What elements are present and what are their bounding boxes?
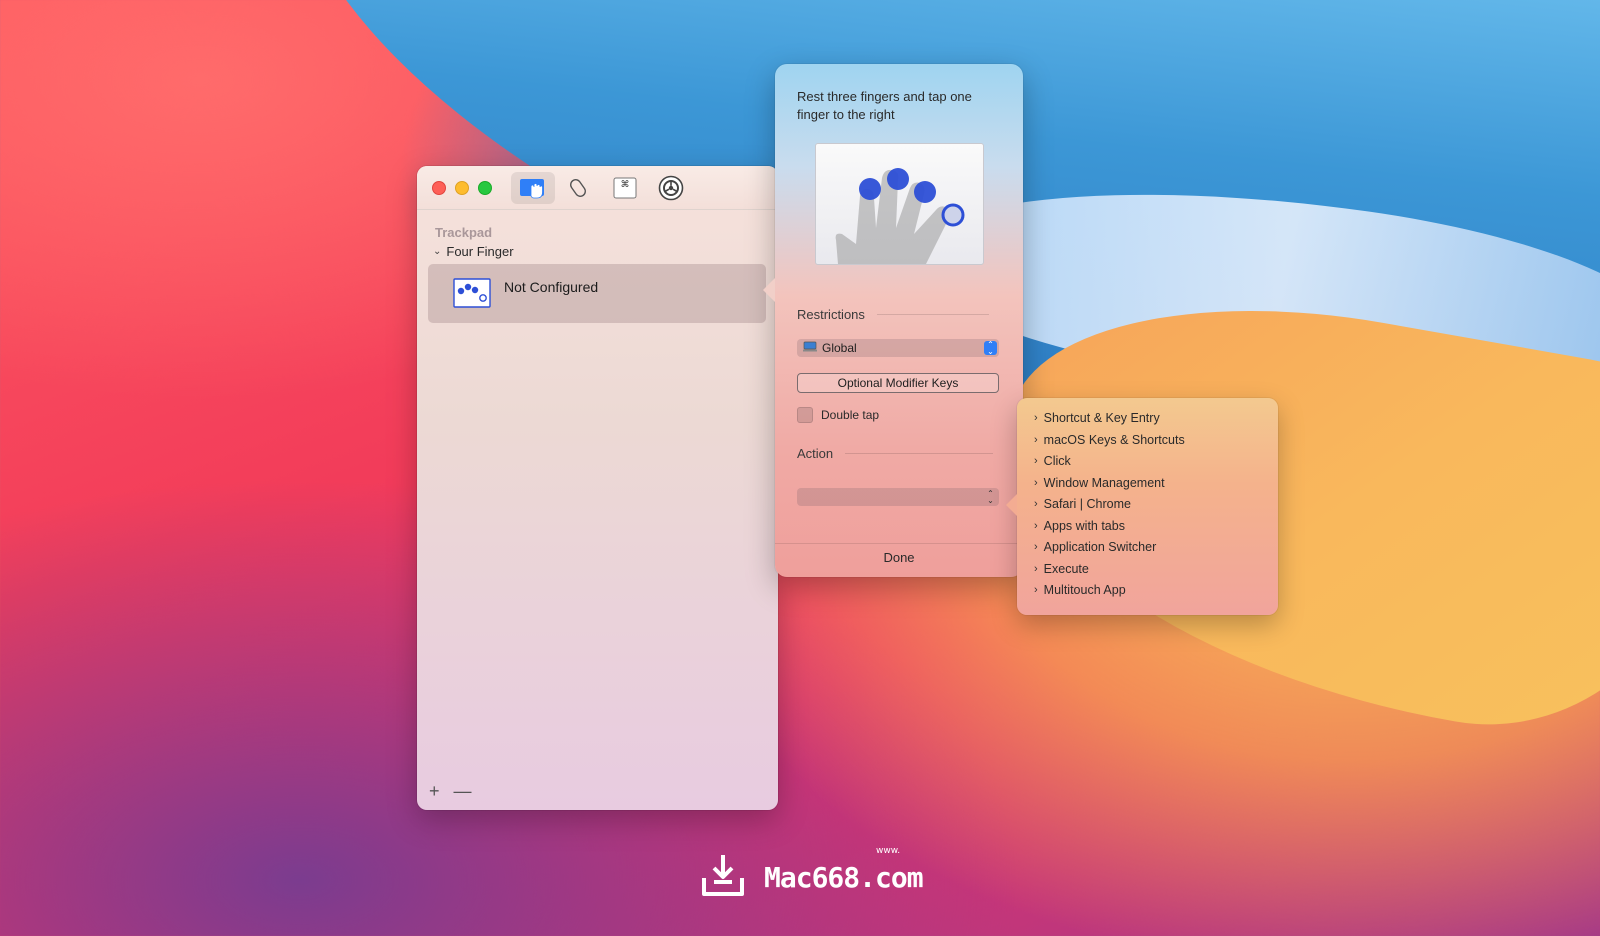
double-tap-option[interactable]: Double tap — [797, 407, 879, 423]
restrictions-value: Global — [822, 341, 857, 355]
toolbar-keyboard-tab[interactable]: ⌘ — [603, 172, 647, 204]
chevron-right-icon: › — [1034, 584, 1038, 596]
menu-item-apps-with-tabs[interactable]: › Apps with tabs — [1034, 519, 1125, 533]
stepper-arrows-icon: ⌃ ⌄ — [987, 489, 994, 505]
watermark-text: Mac668.com — [764, 861, 924, 894]
gesture-description: Rest three fingers and tap one finger to… — [797, 89, 972, 122]
restrictions-label: Restrictions — [797, 307, 865, 322]
stepper-arrows-icon: ⌃ ⌄ — [984, 341, 997, 356]
watermark-small: www. — [876, 846, 901, 856]
list-item-label: Not Configured — [504, 279, 599, 295]
list-item-gesture[interactable]: Not Configured — [428, 264, 766, 323]
divider — [876, 314, 989, 315]
chevron-right-icon: › — [1034, 520, 1038, 532]
close-window-button[interactable] — [432, 180, 446, 195]
hand-gesture-icon — [835, 168, 965, 264]
menu-item-window-management[interactable]: › Window Management — [1034, 476, 1165, 490]
gesture-illustration — [815, 143, 984, 265]
action-header: Action — [797, 446, 994, 461]
toolbar-settings-tab[interactable] — [649, 172, 693, 204]
chevron-right-icon: › — [1034, 455, 1038, 467]
toolbar-mouse-tab[interactable] — [557, 172, 601, 204]
action-menu: › Shortcut & Key Entry › macOS Keys & Sh… — [1006, 398, 1278, 615]
gesture-thumbnail-icon — [453, 278, 491, 313]
menu-item-label: Shortcut & Key Entry — [1043, 411, 1160, 425]
download-tray-icon — [700, 852, 746, 903]
optional-modifier-keys-button[interactable]: Optional Modifier Keys — [797, 373, 999, 393]
section-label-trackpad: Trackpad — [435, 225, 493, 240]
toolbar-trackpad-tab[interactable] — [511, 171, 555, 204]
titlebar: ⌘ — [417, 166, 778, 210]
settings-gear-icon — [658, 175, 684, 201]
add-button[interactable]: + — [429, 781, 440, 802]
menu-item-click[interactable]: › Click — [1034, 454, 1071, 468]
menu-item-label: Application Switcher — [1043, 540, 1157, 554]
gesture-popover: Rest three fingers and tap one finger to… — [763, 64, 1023, 577]
restrictions-select[interactable]: Global ⌃ ⌄ — [797, 339, 999, 357]
menu-item-label: Safari | Chrome — [1043, 497, 1131, 511]
app-window: ⌘ Trackpad ⌄ Four Finger Not Configured … — [417, 166, 778, 810]
chevron-right-icon: › — [1034, 434, 1038, 446]
group-label-text: Four Finger — [446, 244, 514, 259]
popover-arrow — [763, 278, 775, 302]
divider — [775, 543, 1023, 544]
action-select[interactable]: ⌃ ⌄ — [797, 488, 999, 506]
menu-item-label: Multitouch App — [1043, 583, 1126, 597]
action-label: Action — [797, 446, 834, 461]
menu-item-application-switcher[interactable]: › Application Switcher — [1034, 540, 1156, 554]
menu-item-execute[interactable]: › Execute — [1034, 562, 1089, 576]
minimize-window-button[interactable] — [455, 180, 469, 195]
magic-mouse-icon — [567, 177, 591, 199]
keyboard-command-icon: ⌘ — [612, 177, 638, 199]
menu-item-label: Window Management — [1043, 476, 1165, 490]
chevron-down-icon: ⌄ — [433, 246, 442, 257]
chevron-right-icon: › — [1034, 412, 1038, 424]
group-four-finger[interactable]: ⌄ Four Finger — [433, 244, 514, 259]
svg-text:⌘: ⌘ — [621, 180, 630, 190]
watermark-logo: Mac668.com www. — [700, 846, 924, 903]
trackpad-hand-icon — [519, 177, 547, 199]
menu-item-label: macOS Keys & Shortcuts — [1043, 433, 1185, 447]
chevron-right-icon: › — [1034, 498, 1038, 510]
remove-button[interactable]: — — [454, 781, 472, 802]
menu-item-label: Execute — [1043, 562, 1089, 576]
menu-item-shortcut-key-entry[interactable]: › Shortcut & Key Entry — [1034, 411, 1160, 425]
double-tap-checkbox[interactable] — [797, 407, 813, 423]
menu-item-multitouch-app[interactable]: › Multitouch App — [1034, 583, 1126, 597]
divider — [845, 453, 994, 454]
list-footer: + — — [429, 781, 472, 802]
menu-arrow — [1006, 494, 1017, 516]
menu-item-safari-chrome[interactable]: › Safari | Chrome — [1034, 497, 1131, 511]
chevron-right-icon: › — [1034, 563, 1038, 575]
menu-item-label: Apps with tabs — [1043, 519, 1125, 533]
double-tap-label: Double tap — [821, 408, 880, 422]
restrictions-header: Restrictions — [797, 307, 989, 322]
zoom-window-button[interactable] — [478, 180, 492, 195]
menu-item-label: Click — [1043, 454, 1071, 468]
chevron-right-icon: › — [1034, 477, 1038, 489]
chevron-right-icon: › — [1034, 541, 1038, 553]
done-button[interactable]: Done — [775, 550, 1023, 565]
menu-item-macos-keys[interactable]: › macOS Keys & Shortcuts — [1034, 433, 1185, 447]
computer-icon — [803, 341, 817, 355]
